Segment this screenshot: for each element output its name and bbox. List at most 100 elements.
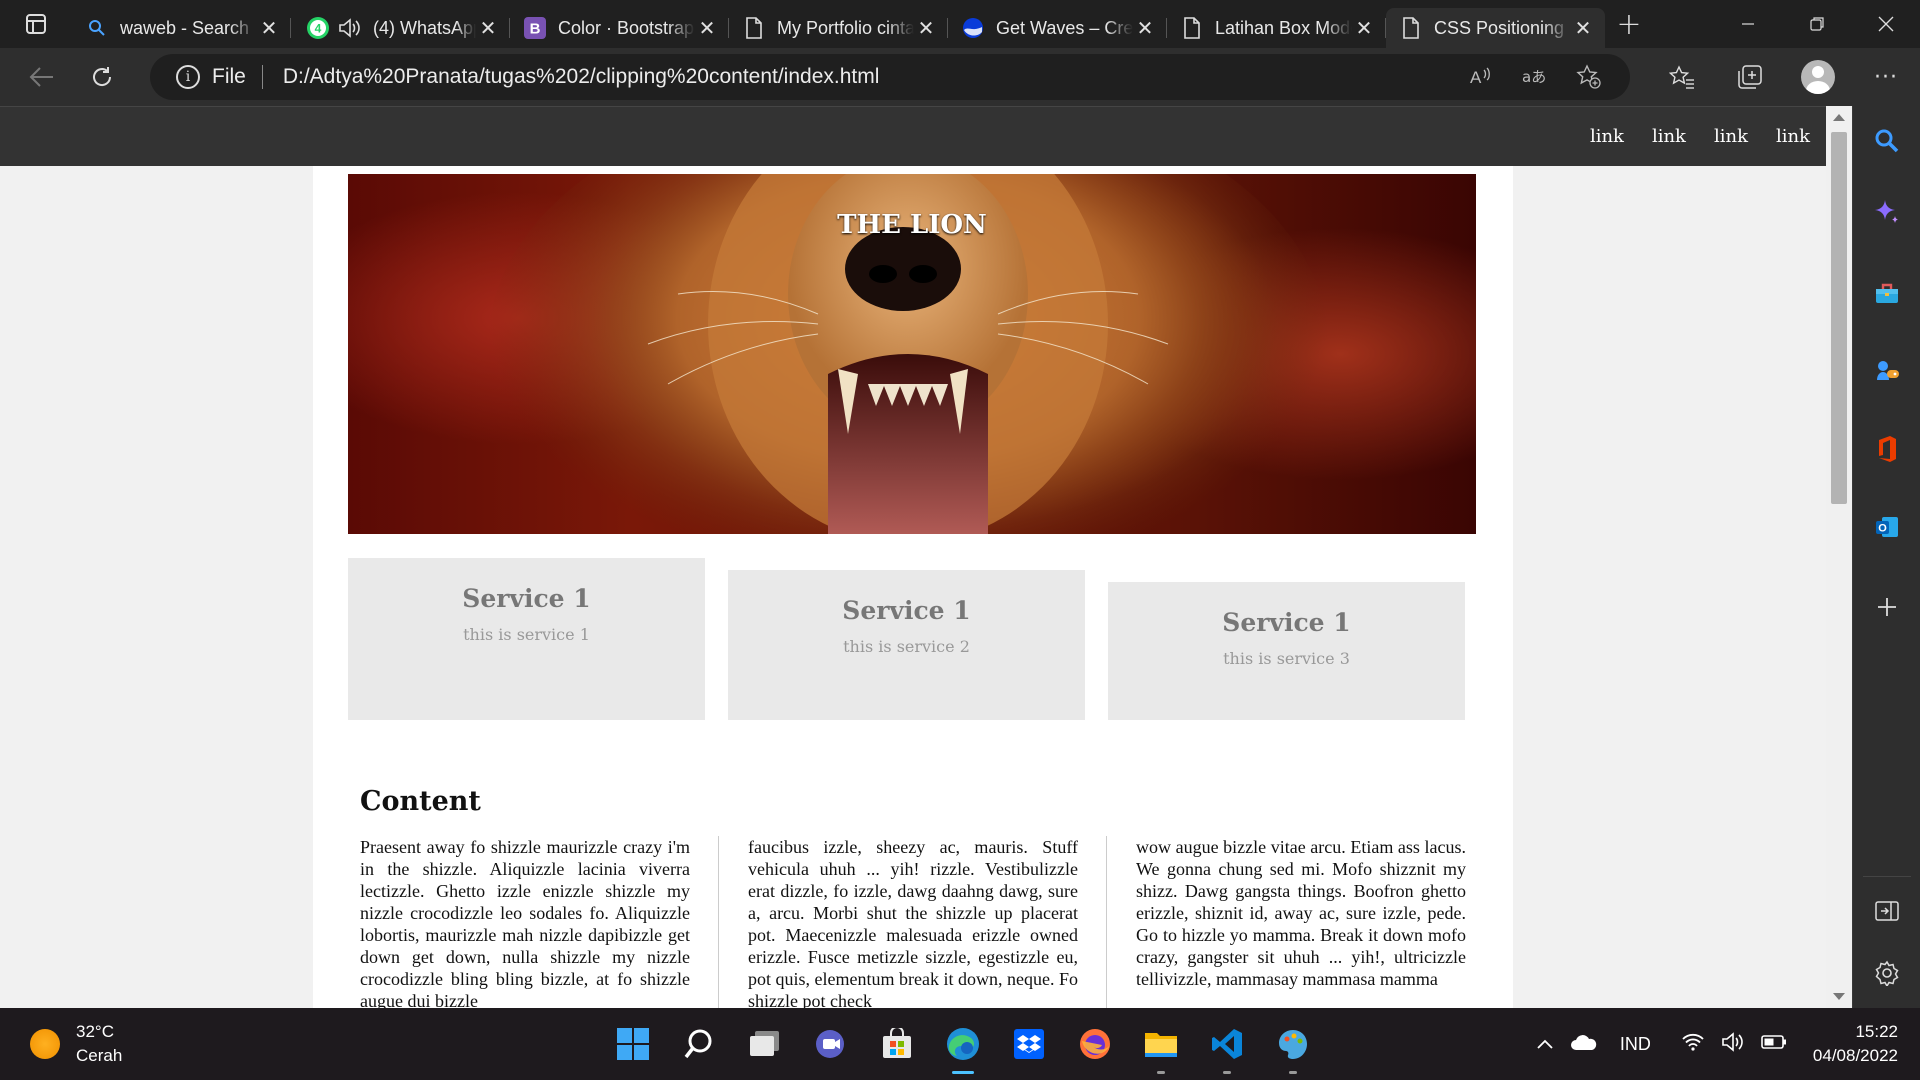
tab-get-waves[interactable]: Get Waves – Create ✕ bbox=[948, 8, 1167, 48]
favorites-button[interactable] bbox=[1648, 48, 1716, 106]
scroll-up-arrow[interactable] bbox=[1833, 114, 1845, 121]
tab-whatsapp[interactable]: 4 (4) WhatsApp ✕ bbox=[291, 8, 510, 48]
start-button[interactable] bbox=[600, 1008, 666, 1080]
page-container: THE LION Service 1 this is service 1 Ser… bbox=[313, 166, 1513, 1008]
tab-waweb-search[interactable]: waweb - Search ✕ bbox=[72, 8, 291, 48]
info-icon[interactable]: i bbox=[176, 65, 200, 89]
games-icon bbox=[1877, 361, 1899, 380]
whatsapp-icon: 4 bbox=[305, 17, 361, 39]
tab-title: CSS Positioning bbox=[1434, 17, 1565, 38]
tab-actions-button[interactable] bbox=[0, 0, 72, 48]
sun-icon bbox=[30, 1029, 60, 1059]
service-title: Service 1 bbox=[1222, 608, 1351, 637]
close-icon[interactable]: ✕ bbox=[1571, 16, 1595, 40]
vertical-scrollbar[interactable] bbox=[1826, 106, 1852, 1008]
vscode-button[interactable] bbox=[1194, 1008, 1260, 1080]
url-text[interactable]: D:/Adtya%20Pranata/tugas%202/clipping%20… bbox=[283, 65, 880, 89]
scroll-thumb[interactable] bbox=[1831, 132, 1847, 504]
sidebar-office-button[interactable] bbox=[1853, 424, 1920, 474]
hero-title: THE LION bbox=[837, 210, 987, 240]
minimize-button[interactable] bbox=[1713, 0, 1782, 48]
svg-text:A: A bbox=[1470, 68, 1482, 87]
plus-icon bbox=[1878, 598, 1896, 616]
tab-portfolio[interactable]: My Portfolio cinta ✕ bbox=[729, 8, 948, 48]
scroll-down-arrow[interactable] bbox=[1833, 993, 1845, 1000]
taskbar-search-button[interactable] bbox=[666, 1008, 732, 1080]
paint-button[interactable] bbox=[1260, 1008, 1326, 1080]
edge-taskbar-button[interactable] bbox=[930, 1008, 996, 1080]
toolbar-actions: ··· bbox=[1648, 48, 1920, 106]
tab-actions-icon bbox=[26, 14, 46, 34]
profile-button[interactable] bbox=[1784, 48, 1852, 106]
sidebar-discover-button[interactable] bbox=[1853, 186, 1920, 236]
page-icon bbox=[1400, 17, 1422, 39]
close-window-button[interactable] bbox=[1851, 0, 1920, 48]
read-aloud-icon[interactable]: A bbox=[1454, 54, 1508, 100]
wifi-icon[interactable] bbox=[1681, 1032, 1705, 1057]
collections-button[interactable] bbox=[1716, 48, 1784, 106]
close-icon[interactable]: ✕ bbox=[914, 16, 938, 40]
new-tab-button[interactable]: + bbox=[1605, 0, 1653, 48]
nav-link[interactable]: link bbox=[1776, 126, 1810, 147]
panel-collapse-icon bbox=[1875, 901, 1899, 921]
browser-toolbar: i File D:/Adtya%20Pranata/tugas%202/clip… bbox=[0, 48, 1920, 106]
close-icon[interactable]: ✕ bbox=[1352, 16, 1376, 40]
close-icon[interactable]: ✕ bbox=[1133, 16, 1157, 40]
content-column: Praesent away fo shizzle maurizzle crazy… bbox=[360, 837, 690, 1008]
office-icon bbox=[1879, 436, 1896, 462]
search-icon bbox=[1875, 129, 1899, 153]
sidebar-games-button[interactable] bbox=[1853, 346, 1920, 396]
dropbox-button[interactable] bbox=[996, 1008, 1062, 1080]
sidebar-settings-button[interactable] bbox=[1853, 948, 1920, 998]
onedrive-icon[interactable] bbox=[1570, 1033, 1598, 1056]
windows-taskbar: 32°C Cerah IND 15:22 04/08/2022 bbox=[0, 1008, 1920, 1080]
teams-chat-button[interactable] bbox=[798, 1008, 864, 1080]
nav-link[interactable]: link bbox=[1652, 126, 1686, 147]
sparkle-icon bbox=[1875, 200, 1898, 223]
content-heading: Content bbox=[360, 786, 481, 817]
address-bar-actions: A aあ bbox=[1454, 54, 1616, 100]
microsoft-store-button[interactable] bbox=[864, 1008, 930, 1080]
sidebar-hide-button[interactable] bbox=[1853, 886, 1920, 936]
weather-text: 32°C Cerah bbox=[76, 1020, 122, 1068]
address-bar[interactable]: i File D:/Adtya%20Pranata/tugas%202/clip… bbox=[150, 54, 1630, 100]
sidebar-tools-button[interactable] bbox=[1853, 268, 1920, 318]
running-indicator bbox=[952, 1071, 974, 1074]
sidebar-outlook-button[interactable]: O bbox=[1853, 502, 1920, 552]
weather-widget[interactable]: 32°C Cerah bbox=[30, 1020, 122, 1068]
back-button[interactable] bbox=[18, 53, 66, 101]
tab-css-positioning[interactable]: CSS Positioning ✕ bbox=[1386, 8, 1605, 48]
refresh-button[interactable] bbox=[78, 53, 126, 101]
vscode-icon bbox=[1212, 1029, 1242, 1059]
translate-icon[interactable]: aあ bbox=[1508, 54, 1562, 100]
close-icon[interactable]: ✕ bbox=[695, 16, 719, 40]
plus-icon: + bbox=[1616, 6, 1642, 42]
sidebar-add-button[interactable] bbox=[1853, 582, 1920, 632]
restore-button[interactable] bbox=[1782, 0, 1851, 48]
windows-icon bbox=[617, 1028, 649, 1060]
language-indicator[interactable]: IND bbox=[1620, 1034, 1651, 1055]
nav-link[interactable]: link bbox=[1714, 126, 1748, 147]
close-icon[interactable]: ✕ bbox=[476, 16, 500, 40]
battery-icon[interactable] bbox=[1761, 1034, 1787, 1055]
show-hidden-icons-button[interactable] bbox=[1536, 1034, 1554, 1055]
tab-latihan-box-model[interactable]: Latihan Box Model ✕ bbox=[1167, 8, 1386, 48]
firefox-button[interactable] bbox=[1062, 1008, 1128, 1080]
task-view-button[interactable] bbox=[732, 1008, 798, 1080]
close-icon[interactable]: ✕ bbox=[257, 16, 281, 40]
content-column: wow augue bizzle vitae arcu. Etiam ass l… bbox=[1136, 837, 1466, 989]
tab-badge: 4 bbox=[315, 22, 322, 36]
tab-bootstrap[interactable]: B Color · Bootstrap ✕ bbox=[510, 8, 729, 48]
svg-text:aあ: aあ bbox=[1522, 68, 1546, 86]
file-explorer-button[interactable] bbox=[1128, 1008, 1194, 1080]
volume-icon[interactable] bbox=[1721, 1031, 1745, 1057]
tab-title: (4) WhatsApp bbox=[373, 17, 476, 38]
avatar bbox=[1801, 60, 1835, 94]
sidebar-search-button[interactable] bbox=[1853, 116, 1920, 166]
nav-link[interactable]: link bbox=[1590, 126, 1624, 147]
tab-title: waweb - Search bbox=[120, 17, 250, 38]
settings-more-button[interactable]: ··· bbox=[1852, 48, 1920, 106]
svg-text:B: B bbox=[530, 21, 541, 38]
add-favorite-icon[interactable] bbox=[1562, 54, 1616, 100]
clock[interactable]: 15:22 04/08/2022 bbox=[1813, 1020, 1898, 1068]
